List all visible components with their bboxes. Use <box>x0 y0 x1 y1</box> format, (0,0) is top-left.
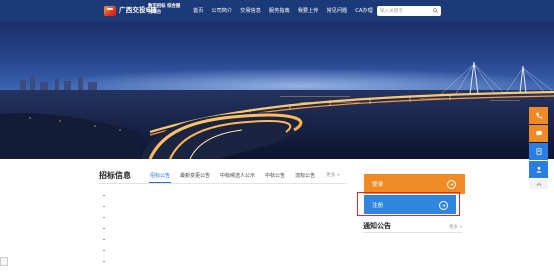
nav-item-ca[interactable]: CA办理 <box>351 6 377 16</box>
bid-tabs: 招标公告 最新变更公告 中标候选人公示 中标公告 流标公告 <box>145 170 320 180</box>
bullet-icon <box>103 194 105 197</box>
bid-list <box>99 190 349 267</box>
person-icon <box>536 166 541 173</box>
nav-item-home[interactable]: 首页 <box>189 6 207 16</box>
list-item[interactable] <box>364 236 462 248</box>
document-icon <box>536 148 541 155</box>
login-label: 登录 <box>372 182 384 188</box>
float-chat-button[interactable] <box>529 125 548 142</box>
bullet-icon <box>103 216 105 219</box>
list-item[interactable] <box>99 256 349 267</box>
list-item[interactable] <box>99 201 349 212</box>
back-to-top-button[interactable] <box>529 179 548 189</box>
notice-title: 通知公告 <box>363 222 391 230</box>
arrow-up-icon <box>536 182 541 186</box>
register-highlight-box <box>357 192 460 216</box>
float-person-button[interactable] <box>529 161 548 178</box>
nav-item-faq[interactable]: 常见问题 <box>322 6 351 16</box>
top-navigation-bar: 广西交投E链 数字招标 综合服务平台 首页 公司简介 交易信息 服务指南 我要上… <box>0 0 554 22</box>
bridge-night-illustration <box>0 61 554 159</box>
list-item[interactable] <box>364 248 462 260</box>
tab-award-announcement[interactable]: 中标公告 <box>260 172 290 179</box>
login-button[interactable]: 登录 <box>364 174 465 194</box>
bullet-icon <box>103 249 105 252</box>
tab-bid-announcement[interactable]: 招标公告 <box>145 172 175 179</box>
bullet-icon <box>103 205 105 208</box>
nav-item-service-guide[interactable]: 服务指南 <box>265 6 294 16</box>
notice-more-link[interactable]: 更多 > <box>449 224 463 230</box>
tab-latest-change[interactable]: 最新变更公告 <box>175 172 215 179</box>
float-phone-button[interactable] <box>529 107 548 124</box>
tab-divider <box>99 183 347 184</box>
notice-divider <box>363 232 462 233</box>
active-tab-indicator <box>149 182 171 184</box>
nav-item-trade-info[interactable]: 交易信息 <box>236 6 265 16</box>
chat-icon <box>535 131 542 137</box>
platform-name: 数字招标 综合服务平台 <box>148 4 181 15</box>
tab-winning-candidates[interactable]: 中标候选人公示 <box>215 172 260 179</box>
search-box <box>377 6 441 16</box>
status-bar-url <box>0 257 8 266</box>
float-document-button[interactable] <box>529 143 548 160</box>
list-item[interactable] <box>99 190 349 201</box>
hero-banner <box>0 22 554 159</box>
list-item[interactable] <box>99 212 349 223</box>
bullet-icon <box>103 238 105 241</box>
list-item[interactable] <box>99 245 349 256</box>
search-input[interactable] <box>377 7 430 15</box>
floating-toolbar <box>529 107 548 189</box>
list-item[interactable] <box>99 223 349 234</box>
bullet-icon <box>103 227 105 230</box>
phone-icon <box>535 112 542 119</box>
bid-info-title: 招标信息 <box>99 171 131 180</box>
notice-list <box>364 236 462 272</box>
main-nav: 首页 公司简介 交易信息 服务指南 我要上传 常见问题 CA办理 <box>189 6 377 16</box>
tab-failed-bid[interactable]: 流标公告 <box>290 172 320 179</box>
logo-mark-icon <box>104 6 116 16</box>
nav-item-upload[interactable]: 我要上传 <box>294 6 323 16</box>
bullet-icon <box>103 260 105 263</box>
arrow-right-icon <box>447 180 456 189</box>
list-item[interactable] <box>99 234 349 245</box>
list-item[interactable] <box>364 260 462 272</box>
nav-item-company[interactable]: 公司简介 <box>207 6 236 16</box>
bid-more-link[interactable]: 更多 > <box>326 172 341 178</box>
search-icon[interactable] <box>433 8 438 13</box>
